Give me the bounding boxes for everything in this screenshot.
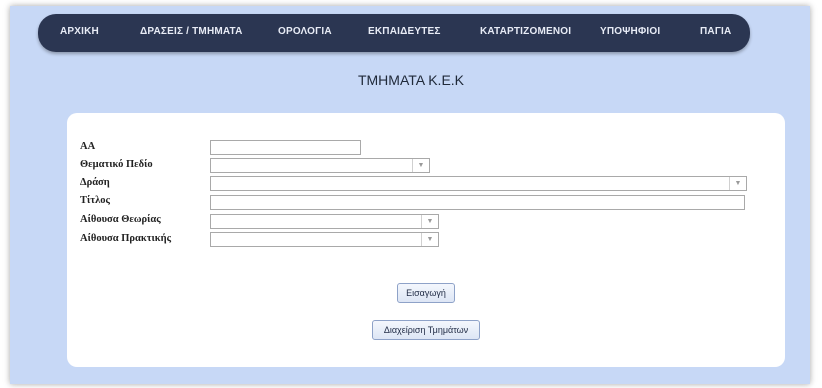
manage-departments-button[interactable]: Διαχείριση Τμημάτων — [372, 320, 480, 340]
title-input[interactable] — [210, 195, 745, 210]
nav-item-actions-departments[interactable]: ΔΡΑΣΕΙΣ / ΤΜΗΜΑΤΑ — [140, 26, 243, 37]
practice-room-label: Αίθουσα Πρακτικής — [80, 233, 172, 244]
form-panel: ΑΑ Θεματικό Πεδίο ▼ Δράση ▼ Τίτλος Αίθου… — [67, 113, 785, 367]
nav-item-candidates[interactable]: ΥΠΟΨΗΦΙΟΙ — [600, 26, 660, 37]
nav-item-trainers[interactable]: ΕΚΠΑΙΔΕΥΤΕΣ — [368, 26, 441, 37]
thematic-field-select[interactable]: ▼ — [210, 158, 430, 173]
theory-room-select[interactable]: ▼ — [210, 214, 439, 229]
insert-button[interactable]: Εισαγωγή — [397, 283, 455, 303]
chevron-down-icon: ▼ — [421, 233, 438, 246]
nav-item-terminology[interactable]: ΟΡΟΛΟΓΙΑ — [278, 26, 332, 37]
chevron-down-icon: ▼ — [412, 159, 429, 172]
main-navbar: ΑΡΧΙΚΗ ΔΡΑΣΕΙΣ / ΤΜΗΜΑΤΑ ΟΡΟΛΟΓΙΑ ΕΚΠΑΙΔ… — [38, 14, 750, 52]
chevron-down-icon: ▼ — [729, 177, 746, 190]
aa-input[interactable] — [210, 140, 361, 155]
nav-item-assets[interactable]: ΠΑΓΙΑ — [700, 26, 731, 37]
nav-item-trainees[interactable]: ΚΑΤΑΡΤΙΖΟΜΕΝΟΙ — [480, 26, 571, 37]
page-title: ΤΜΗΜΑΤΑ Κ.Ε.Κ — [357, 72, 465, 88]
title-label: Τίτλος — [80, 195, 110, 206]
action-label: Δράση — [80, 177, 110, 188]
nav-item-home[interactable]: ΑΡΧΙΚΗ — [60, 26, 99, 37]
practice-room-select[interactable]: ▼ — [210, 232, 439, 247]
thematic-field-label: Θεματικό Πεδίο — [80, 159, 153, 170]
chevron-down-icon: ▼ — [421, 215, 438, 228]
aa-label: ΑΑ — [80, 141, 96, 152]
action-select[interactable]: ▼ — [210, 176, 747, 191]
theory-room-label: Αίθουσα Θεωρίας — [80, 214, 161, 225]
